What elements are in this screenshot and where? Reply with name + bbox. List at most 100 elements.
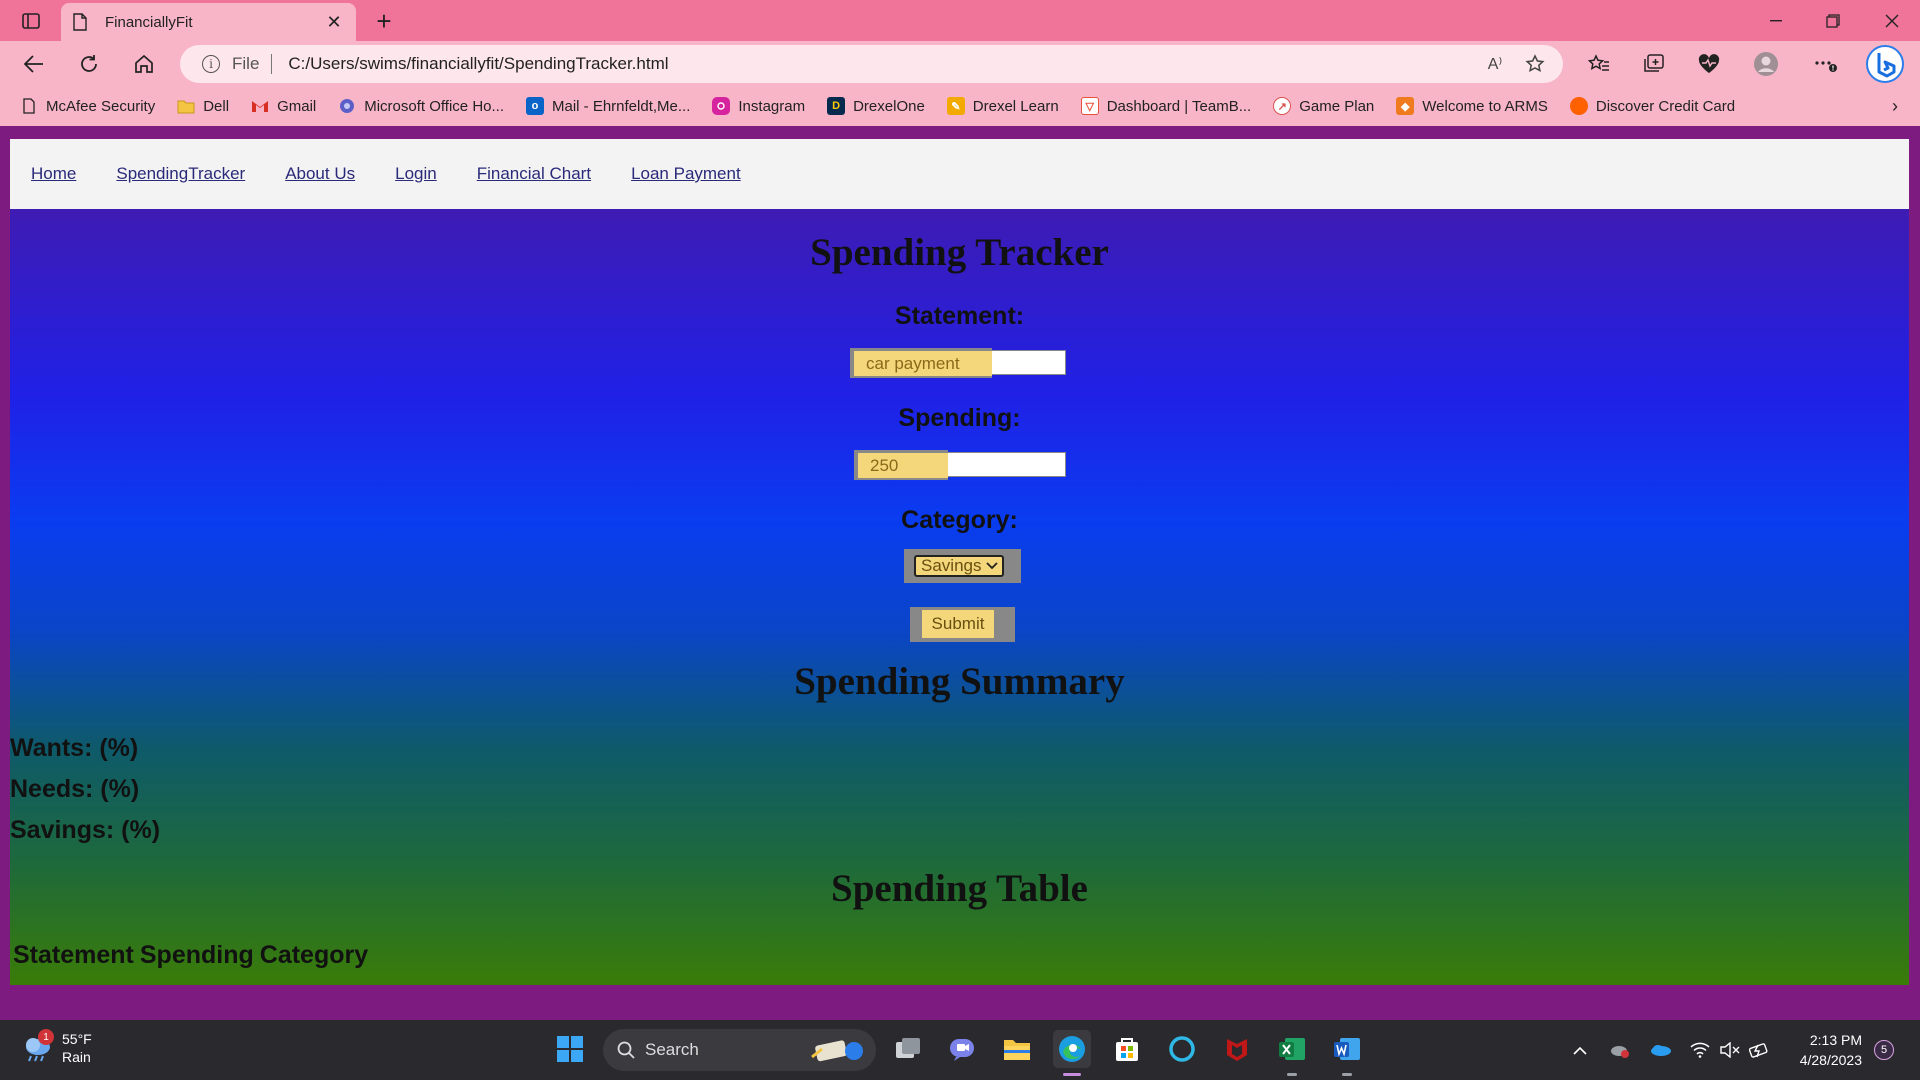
bookmark-arms[interactable]: ◆ Welcome to ARMS — [1396, 97, 1548, 115]
restore-icon[interactable] — [1805, 0, 1861, 41]
nav-spending-tracker[interactable]: SpendingTracker — [116, 164, 245, 184]
submit-button-wrapper: Submit — [910, 607, 1015, 642]
spending-input-value: 250 — [870, 456, 899, 475]
summary-savings: Savings: (%) — [10, 816, 161, 844]
show-hidden-icons-chevron-icon[interactable] — [1566, 1038, 1594, 1062]
office-icon — [338, 97, 356, 115]
minimize-icon[interactable] — [1748, 0, 1804, 41]
excel-running-indicator — [1287, 1073, 1297, 1076]
bookmark-office[interactable]: Microsoft Office Ho... — [338, 97, 504, 115]
cortana-icon[interactable] — [1163, 1030, 1201, 1068]
file-explorer-icon[interactable] — [998, 1030, 1036, 1068]
bookmark-instagram[interactable]: Instagram — [712, 97, 805, 115]
wifi-icon[interactable] — [1686, 1038, 1714, 1062]
notification-badge[interactable]: 5 — [1874, 1040, 1894, 1060]
bookmark-teamb[interactable]: ▽ Dashboard | TeamB... — [1080, 97, 1252, 115]
bookmark-mcafee[interactable]: McAfee Security — [20, 97, 155, 115]
excel-icon[interactable] — [1273, 1030, 1311, 1068]
address-scheme: File — [232, 54, 260, 73]
onedrive-error-icon[interactable] — [1606, 1038, 1634, 1062]
teams-chat-icon[interactable] — [943, 1030, 981, 1068]
tab-actions-icon[interactable] — [14, 8, 48, 34]
bookmarks-overflow-chevron-icon[interactable]: › — [1892, 96, 1898, 117]
bing-chat-icon[interactable] — [1865, 44, 1905, 84]
edge-browser-icon[interactable] — [1053, 1030, 1091, 1068]
address-bar[interactable]: i File C:/Users/swims/financiallyfit/Spe… — [180, 45, 1563, 83]
browser-tab[interactable]: FinanciallyFit ✕ — [61, 3, 356, 41]
close-window-icon[interactable] — [1864, 0, 1920, 41]
summary-needs: Needs: (%) — [10, 775, 140, 803]
bookmark-drexel-learn[interactable]: ✎ Drexel Learn — [946, 97, 1059, 115]
favorites-icon[interactable] — [1583, 48, 1615, 80]
nav-loan-payment[interactable]: Loan Payment — [631, 164, 741, 184]
word-icon[interactable] — [1328, 1030, 1366, 1068]
statement-label: Statement: — [894, 302, 1025, 330]
outlook-icon: o — [526, 97, 544, 115]
bookmark-label: Gmail — [277, 97, 317, 115]
browser-essentials-icon[interactable] — [1693, 48, 1725, 80]
site-info-icon[interactable]: i — [202, 55, 220, 73]
discover-icon — [1569, 97, 1588, 115]
bookmark-dell[interactable]: Dell — [177, 97, 229, 115]
bookmark-discover[interactable]: Discover Credit Card — [1569, 97, 1736, 115]
bookmark-label: Game Plan — [1299, 97, 1375, 115]
clock-time: 2:13 PM — [1809, 1032, 1862, 1048]
bookmark-gmail[interactable]: Gmail — [251, 97, 316, 115]
onedrive-cloud-icon[interactable] — [1647, 1038, 1675, 1062]
settings-more-icon[interactable] — [1810, 48, 1842, 80]
nav-home[interactable]: Home — [31, 164, 76, 184]
submit-button[interactable]: Submit — [922, 610, 994, 638]
spending-input[interactable]: 250 — [854, 450, 1066, 480]
read-aloud-icon[interactable]: A⁾ — [1480, 47, 1510, 81]
word-running-indicator — [1342, 1073, 1352, 1076]
profile-avatar-icon[interactable] — [1750, 48, 1782, 80]
new-tab-icon[interactable]: + — [369, 6, 399, 36]
rain-cloud-icon: 1 — [22, 1029, 54, 1063]
bookmark-label: Discover Credit Card — [1595, 97, 1736, 115]
home-icon[interactable] — [128, 48, 160, 80]
taskbar-clock[interactable]: 2:13 PM 4/28/2023 — [1792, 1030, 1862, 1070]
add-favorite-icon[interactable] — [1520, 47, 1550, 81]
task-view-icon[interactable] — [889, 1030, 927, 1068]
bookmark-drexelone[interactable]: D DrexelOne — [827, 97, 925, 115]
table-header-spending: Spending — [139, 941, 254, 969]
windows-taskbar: 1 55°F Rain Search 2:13 PM 4/28/2023 5 — [0, 1020, 1920, 1080]
table-header-category: Category — [259, 941, 369, 969]
bookmark-outlook[interactable]: o Mail - Ehrnfeldt,Me... — [526, 97, 690, 115]
category-select[interactable]: Savings — [914, 555, 1004, 577]
spending-table-title: Spending Table — [831, 867, 1088, 910]
browser-tab-bar: FinanciallyFit ✕ + — [0, 0, 1920, 41]
taskbar-search[interactable]: Search — [603, 1029, 876, 1071]
bookmark-game-plan[interactable]: ↗ Game Plan — [1273, 97, 1374, 115]
bookmark-label: Instagram — [738, 97, 806, 115]
nav-login[interactable]: Login — [395, 164, 437, 184]
nav-about-us[interactable]: About Us — [285, 164, 355, 184]
page-title: Spending Tracker — [810, 231, 1109, 274]
spending-label: Spending: — [898, 404, 1021, 432]
instagram-icon — [712, 97, 731, 115]
collections-icon[interactable] — [1638, 48, 1670, 80]
refresh-icon[interactable] — [73, 48, 105, 80]
microsoft-store-icon[interactable] — [1108, 1030, 1146, 1068]
tab-title: FinanciallyFit — [105, 13, 193, 31]
spending-input-highlight — [854, 450, 948, 480]
statement-input[interactable]: car payment — [850, 348, 1066, 378]
nav-financial-chart[interactable]: Financial Chart — [477, 164, 591, 184]
bookmark-label: McAfee Security — [46, 97, 156, 115]
bookmark-label: Dashboard | TeamB... — [1106, 97, 1252, 115]
windows-start-icon[interactable] — [551, 1030, 589, 1068]
spending-table-header: Statement Spending Category — [13, 941, 374, 970]
bookmarks-bar: McAfee Security Dell Gmail Microsoft Off… — [0, 86, 1920, 126]
edge-active-indicator — [1063, 1073, 1081, 1076]
weather-widget[interactable]: 1 55°F Rain — [22, 1029, 92, 1066]
tab-close-icon[interactable]: ✕ — [324, 12, 344, 32]
volume-muted-icon[interactable] — [1716, 1038, 1744, 1062]
back-icon[interactable] — [18, 48, 50, 80]
summary-wants: Wants: (%) — [10, 734, 139, 762]
battery-charging-icon[interactable] — [1746, 1038, 1774, 1062]
category-select-wrapper: Savings — [904, 549, 1021, 583]
table-header-statement: Statement — [13, 941, 134, 969]
mcafee-icon[interactable] — [1218, 1030, 1256, 1068]
address-divider — [271, 54, 273, 74]
search-highlight-art-icon — [810, 1035, 866, 1065]
